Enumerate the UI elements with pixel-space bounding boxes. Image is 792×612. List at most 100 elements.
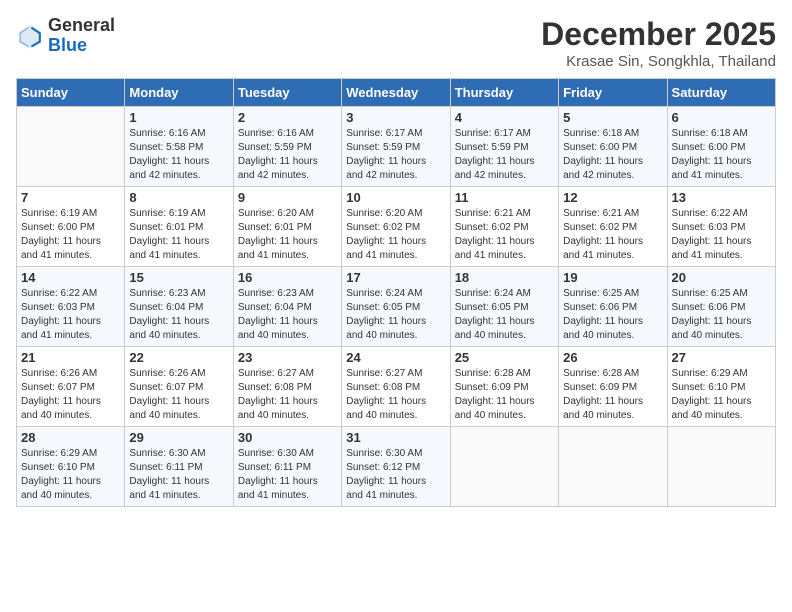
calendar-cell: 13Sunrise: 6:22 AMSunset: 6:03 PMDayligh… bbox=[667, 187, 775, 267]
calendar-week-row: 21 Sunrise: 6:26 AMSunset: 6:07 PMDayligh… bbox=[17, 347, 776, 427]
weekday-header: Thursday bbox=[450, 79, 558, 107]
day-info: Sunrise: 6:30 AMSunset: 6:11 PMDaylight:… bbox=[238, 447, 337, 503]
day-number: 5 bbox=[563, 110, 662, 125]
calendar-cell: 10 Sunrise: 6:20 AMSunset: 6:02 PMDayligh… bbox=[342, 187, 450, 267]
day-info: Sunrise: 6:18 AMSunset: 6:00 PMDaylight:… bbox=[563, 127, 662, 183]
day-info: Sunrise: 6:18 AMSunset: 6:00 PMDaylight:… bbox=[672, 127, 771, 183]
day-info: Sunrise: 6:28 AMSunset: 6:09 PMDaylight:… bbox=[563, 367, 662, 423]
calendar-cell: 4Sunrise: 6:17 AMSunset: 5:59 PMDaylight… bbox=[450, 107, 558, 187]
location: Krasae Sin, Songkhla, Thailand bbox=[541, 53, 776, 70]
day-info: Sunrise: 6:27 AMSunset: 6:08 PMDaylight:… bbox=[238, 367, 337, 423]
logo-icon bbox=[16, 22, 44, 50]
day-number: 15 bbox=[129, 270, 228, 285]
day-number: 16 bbox=[238, 270, 337, 285]
page-header: General Blue December 2025 Krasae Sin, S… bbox=[16, 16, 776, 70]
day-info: Sunrise: 6:24 AMSunset: 6:05 PMDaylight:… bbox=[346, 287, 445, 343]
calendar-cell: 28 Sunrise: 6:29 AMSunset: 6:10 PMDayligh… bbox=[17, 427, 125, 507]
calendar-cell: 11 Sunrise: 6:21 AMSunset: 6:02 PMDayligh… bbox=[450, 187, 558, 267]
weekday-header: Monday bbox=[125, 79, 233, 107]
calendar-cell: 9 Sunrise: 6:20 AMSunset: 6:01 PMDaylight… bbox=[233, 187, 341, 267]
day-info: Sunrise: 6:20 AMSunset: 6:01 PMDaylight:… bbox=[238, 207, 337, 263]
calendar-cell: 12Sunrise: 6:21 AMSunset: 6:02 PMDayligh… bbox=[559, 187, 667, 267]
calendar-cell: 15 Sunrise: 6:23 AMSunset: 6:04 PMDayligh… bbox=[125, 267, 233, 347]
day-number: 21 bbox=[21, 350, 120, 365]
day-info: Sunrise: 6:23 AMSunset: 6:04 PMDaylight:… bbox=[238, 287, 337, 343]
calendar-cell: 30 Sunrise: 6:30 AMSunset: 6:11 PMDayligh… bbox=[233, 427, 341, 507]
day-number: 28 bbox=[21, 430, 120, 445]
day-number: 26 bbox=[563, 350, 662, 365]
day-number: 14 bbox=[21, 270, 120, 285]
calendar-week-row: 7Sunrise: 6:19 AMSunset: 6:00 PMDaylight… bbox=[17, 187, 776, 267]
day-info: Sunrise: 6:23 AMSunset: 6:04 PMDaylight:… bbox=[129, 287, 228, 343]
weekday-header: Tuesday bbox=[233, 79, 341, 107]
calendar-cell bbox=[667, 427, 775, 507]
weekday-header: Wednesday bbox=[342, 79, 450, 107]
day-info: Sunrise: 6:26 AMSunset: 6:07 PMDaylight:… bbox=[129, 367, 228, 423]
day-number: 31 bbox=[346, 430, 445, 445]
day-info: Sunrise: 6:19 AMSunset: 6:01 PMDaylight:… bbox=[129, 207, 228, 263]
calendar-cell: 8Sunrise: 6:19 AMSunset: 6:01 PMDaylight… bbox=[125, 187, 233, 267]
day-number: 7 bbox=[21, 190, 120, 205]
calendar-cell bbox=[559, 427, 667, 507]
calendar-cell bbox=[17, 107, 125, 187]
day-number: 24 bbox=[346, 350, 445, 365]
day-info: Sunrise: 6:25 AMSunset: 6:06 PMDaylight:… bbox=[672, 287, 771, 343]
calendar-week-row: 14 Sunrise: 6:22 AMSunset: 6:03 PMDayligh… bbox=[17, 267, 776, 347]
calendar-cell: 7Sunrise: 6:19 AMSunset: 6:00 PMDaylight… bbox=[17, 187, 125, 267]
day-number: 11 bbox=[455, 190, 554, 205]
logo-text: General Blue bbox=[48, 16, 115, 56]
calendar-cell: 26 Sunrise: 6:28 AMSunset: 6:09 PMDayligh… bbox=[559, 347, 667, 427]
day-info: Sunrise: 6:16 AMSunset: 5:58 PMDaylight:… bbox=[129, 127, 228, 183]
calendar-cell: 17Sunrise: 6:24 AMSunset: 6:05 PMDayligh… bbox=[342, 267, 450, 347]
day-number: 9 bbox=[238, 190, 337, 205]
day-info: Sunrise: 6:16 AMSunset: 5:59 PMDaylight:… bbox=[238, 127, 337, 183]
calendar-cell: 1 Sunrise: 6:16 AMSunset: 5:58 PMDaylight… bbox=[125, 107, 233, 187]
calendar-week-row: 1 Sunrise: 6:16 AMSunset: 5:58 PMDaylight… bbox=[17, 107, 776, 187]
day-number: 10 bbox=[346, 190, 445, 205]
calendar-cell: 3Sunrise: 6:17 AMSunset: 5:59 PMDaylight… bbox=[342, 107, 450, 187]
day-info: Sunrise: 6:21 AMSunset: 6:02 PMDaylight:… bbox=[563, 207, 662, 263]
day-info: Sunrise: 6:29 AMSunset: 6:10 PMDaylight:… bbox=[21, 447, 120, 503]
day-number: 27 bbox=[672, 350, 771, 365]
day-number: 19 bbox=[563, 270, 662, 285]
day-number: 25 bbox=[455, 350, 554, 365]
weekday-header: Sunday bbox=[17, 79, 125, 107]
calendar-cell: 18 Sunrise: 6:24 AMSunset: 6:05 PMDayligh… bbox=[450, 267, 558, 347]
day-info: Sunrise: 6:27 AMSunset: 6:08 PMDaylight:… bbox=[346, 367, 445, 423]
logo: General Blue bbox=[16, 16, 115, 56]
day-info: Sunrise: 6:29 AMSunset: 6:10 PMDaylight:… bbox=[672, 367, 771, 423]
calendar-week-row: 28 Sunrise: 6:29 AMSunset: 6:10 PMDayligh… bbox=[17, 427, 776, 507]
calendar-cell: 29 Sunrise: 6:30 AMSunset: 6:11 PMDayligh… bbox=[125, 427, 233, 507]
calendar-cell: 16 Sunrise: 6:23 AMSunset: 6:04 PMDayligh… bbox=[233, 267, 341, 347]
calendar-cell: 14 Sunrise: 6:22 AMSunset: 6:03 PMDayligh… bbox=[17, 267, 125, 347]
day-number: 29 bbox=[129, 430, 228, 445]
day-number: 23 bbox=[238, 350, 337, 365]
day-number: 20 bbox=[672, 270, 771, 285]
day-number: 18 bbox=[455, 270, 554, 285]
calendar-cell: 25 Sunrise: 6:28 AMSunset: 6:09 PMDayligh… bbox=[450, 347, 558, 427]
day-number: 30 bbox=[238, 430, 337, 445]
day-info: Sunrise: 6:25 AMSunset: 6:06 PMDaylight:… bbox=[563, 287, 662, 343]
calendar-cell: 31 Sunrise: 6:30 AMSunset: 6:12 PMDayligh… bbox=[342, 427, 450, 507]
calendar-cell: 21Sunrise: 6:26 AMSunset: 6:07 PMDayligh… bbox=[17, 347, 125, 427]
weekday-header: Friday bbox=[559, 79, 667, 107]
day-info: Sunrise: 6:22 AMSunset: 6:03 PMDaylight:… bbox=[21, 287, 120, 343]
day-info: Sunrise: 6:30 AMSunset: 6:12 PMDaylight:… bbox=[346, 447, 445, 503]
day-number: 22 bbox=[129, 350, 228, 365]
weekday-header: Saturday bbox=[667, 79, 775, 107]
day-number: 1 bbox=[129, 110, 228, 125]
day-number: 4 bbox=[455, 110, 554, 125]
day-info: Sunrise: 6:28 AMSunset: 6:09 PMDaylight:… bbox=[455, 367, 554, 423]
weekday-header-row: SundayMondayTuesdayWednesdayThursdayFrid… bbox=[17, 79, 776, 107]
title-block: December 2025 Krasae Sin, Songkhla, Thai… bbox=[541, 16, 776, 70]
calendar-cell: 5 Sunrise: 6:18 AMSunset: 6:00 PMDaylight… bbox=[559, 107, 667, 187]
day-info: Sunrise: 6:24 AMSunset: 6:05 PMDaylight:… bbox=[455, 287, 554, 343]
calendar-cell: 23 Sunrise: 6:27 AMSunset: 6:08 PMDayligh… bbox=[233, 347, 341, 427]
day-number: 2 bbox=[238, 110, 337, 125]
day-info: Sunrise: 6:20 AMSunset: 6:02 PMDaylight:… bbox=[346, 207, 445, 263]
calendar-cell: 2 Sunrise: 6:16 AMSunset: 5:59 PMDaylight… bbox=[233, 107, 341, 187]
day-info: Sunrise: 6:30 AMSunset: 6:11 PMDaylight:… bbox=[129, 447, 228, 503]
day-info: Sunrise: 6:21 AMSunset: 6:02 PMDaylight:… bbox=[455, 207, 554, 263]
month-title: December 2025 bbox=[541, 16, 776, 53]
day-number: 13 bbox=[672, 190, 771, 205]
